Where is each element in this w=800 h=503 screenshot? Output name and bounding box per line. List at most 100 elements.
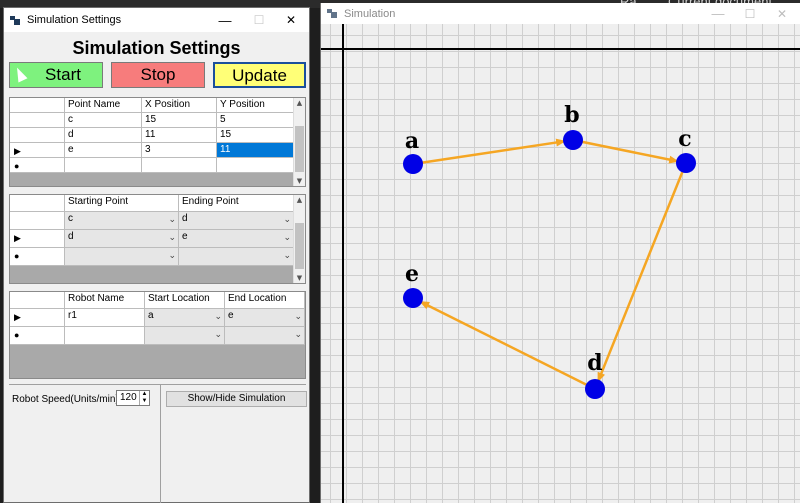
chevron-down-icon[interactable]: ⌄	[283, 212, 291, 226]
robot-name-cell[interactable]: r1	[65, 309, 145, 327]
combo-value: c	[68, 213, 73, 224]
y-position-cell[interactable]: 5	[217, 113, 294, 128]
robot-name-cell[interactable]	[65, 327, 145, 345]
robot-speed-value[interactable]: 120	[120, 392, 137, 403]
ending-point-combo[interactable]: ⌄	[179, 248, 294, 266]
chevron-down-icon[interactable]: ⌄	[168, 248, 176, 262]
robot-speed-stepper[interactable]: 120 ▲ ▼	[116, 390, 150, 406]
row-header[interactable]: ▶	[10, 230, 65, 248]
new-row[interactable]: ● ⌄ ⌄	[10, 248, 305, 266]
y-position-cell-selected[interactable]: 11	[217, 143, 294, 158]
simulation-titlebar[interactable]: Simulation — ☐ ✕	[321, 3, 800, 24]
scroll-down-icon[interactable]: ▼	[294, 274, 305, 282]
node-e	[403, 288, 423, 308]
starting-point-combo[interactable]: c ⌄	[65, 212, 179, 230]
column-header-starting-point[interactable]: Starting Point	[65, 195, 179, 212]
stepper-down-icon[interactable]: ▼	[140, 398, 149, 405]
row-header[interactable]	[10, 212, 65, 230]
row-header[interactable]: ▶	[10, 309, 65, 327]
edge-group	[412, 138, 688, 391]
points-grid[interactable]: Point Name X Position Y Position c 15 5 …	[9, 97, 306, 187]
combo-value: e	[182, 231, 188, 242]
stepper-buttons[interactable]: ▲ ▼	[139, 391, 149, 405]
column-header-y-position[interactable]: Y Position	[217, 98, 294, 113]
divider	[9, 384, 306, 385]
scroll-up-icon[interactable]: ▲	[294, 99, 305, 107]
point-name-cell[interactable]	[65, 158, 142, 173]
table-row[interactable]: ▶ r1 a ⌄ e ⌄	[10, 309, 305, 327]
minimize-icon[interactable]: —	[701, 3, 735, 24]
scrollbar-thumb[interactable]	[295, 223, 304, 269]
column-header-start-location[interactable]: Start Location	[145, 292, 225, 309]
app-icon	[327, 9, 337, 18]
table-row[interactable]: c 15 5	[10, 113, 305, 128]
chevron-down-icon[interactable]: ⌄	[283, 230, 291, 244]
robots-grid[interactable]: Robot Name Start Location End Location ▶…	[9, 291, 306, 379]
stop-button[interactable]: Stop	[111, 62, 205, 88]
starting-point-combo[interactable]: ⌄	[65, 248, 179, 266]
x-position-cell[interactable]	[142, 158, 217, 173]
row-header[interactable]: ●	[10, 248, 65, 266]
scroll-down-icon[interactable]: ▼	[294, 177, 305, 185]
paths-grid[interactable]: Starting Point Ending Point c ⌄ d ⌄ ▶ d ⌄ e…	[9, 194, 306, 284]
node-label-b: b	[564, 102, 579, 128]
points-grid-scrollbar[interactable]: ▲ ▼	[293, 98, 305, 186]
table-row[interactable]: ▶ e 3 11	[10, 143, 305, 158]
table-row[interactable]: ▶ d ⌄ e ⌄	[10, 230, 305, 248]
column-header-robot-name[interactable]: Robot Name	[65, 292, 145, 309]
column-header-point-name[interactable]: Point Name	[65, 98, 142, 113]
settings-titlebar[interactable]: Simulation Settings — ☐ ✕	[4, 8, 309, 32]
edge-a-b	[412, 138, 567, 166]
row-header[interactable]: ●	[10, 327, 65, 345]
ending-point-combo[interactable]: d ⌄	[179, 212, 294, 230]
paths-grid-scrollbar[interactable]: ▲ ▼	[293, 195, 305, 283]
chevron-down-icon[interactable]: ⌄	[168, 230, 176, 244]
chevron-down-icon[interactable]: ⌄	[214, 327, 222, 341]
close-icon[interactable]: ✕	[274, 8, 308, 32]
chevron-down-icon[interactable]: ⌄	[214, 309, 222, 323]
point-name-cell[interactable]: c	[65, 113, 142, 128]
maximize-icon[interactable]: ☐	[733, 3, 767, 24]
column-header-end-location[interactable]: End Location	[225, 292, 305, 309]
start-location-combo[interactable]: a ⌄	[145, 309, 225, 327]
chevron-down-icon[interactable]: ⌄	[168, 212, 176, 226]
starting-point-combo[interactable]: d ⌄	[65, 230, 179, 248]
row-header[interactable]: ●	[10, 158, 65, 173]
points-grid-header: Point Name X Position Y Position	[10, 98, 305, 113]
x-position-cell[interactable]: 11	[142, 128, 217, 143]
row-header[interactable]: ▶	[10, 143, 65, 158]
chevron-down-icon[interactable]: ⌄	[294, 309, 302, 323]
column-header-ending-point[interactable]: Ending Point	[179, 195, 294, 212]
new-row[interactable]: ● ⌄ ⌄	[10, 327, 305, 345]
x-position-cell[interactable]: 15	[142, 113, 217, 128]
chevron-down-icon[interactable]: ⌄	[294, 327, 302, 341]
scrollbar-thumb[interactable]	[295, 126, 304, 172]
stepper-up-icon[interactable]: ▲	[140, 391, 149, 398]
column-header-x-position[interactable]: X Position	[142, 98, 217, 113]
y-position-cell[interactable]	[217, 158, 294, 173]
row-header-corner	[10, 292, 65, 309]
minimize-icon[interactable]: —	[208, 8, 242, 32]
x-position-cell[interactable]: 3	[142, 143, 217, 158]
close-icon[interactable]: ✕	[765, 3, 799, 24]
start-location-combo[interactable]: ⌄	[145, 327, 225, 345]
point-name-cell[interactable]: e	[65, 143, 142, 158]
scroll-up-icon[interactable]: ▲	[294, 196, 305, 204]
row-header[interactable]	[10, 113, 65, 128]
table-row[interactable]: c ⌄ d ⌄	[10, 212, 305, 230]
start-button[interactable]: Start	[9, 62, 103, 88]
point-name-cell[interactable]: d	[65, 128, 142, 143]
end-location-combo[interactable]: e ⌄	[225, 309, 305, 327]
end-location-combo[interactable]: ⌄	[225, 327, 305, 345]
update-button[interactable]: Update	[213, 62, 306, 88]
ending-point-combo[interactable]: e ⌄	[179, 230, 294, 248]
new-row[interactable]: ●	[10, 158, 305, 173]
row-header-corner	[10, 195, 65, 212]
show-hide-simulation-button[interactable]: Show/Hide Simulation	[166, 391, 307, 407]
y-position-cell[interactable]: 15	[217, 128, 294, 143]
node-label-a: a	[405, 128, 419, 154]
simulation-canvas[interactable]: a b c d e	[321, 24, 800, 503]
table-row[interactable]: d 11 15	[10, 128, 305, 143]
chevron-down-icon[interactable]: ⌄	[283, 248, 291, 262]
row-header[interactable]	[10, 128, 65, 143]
